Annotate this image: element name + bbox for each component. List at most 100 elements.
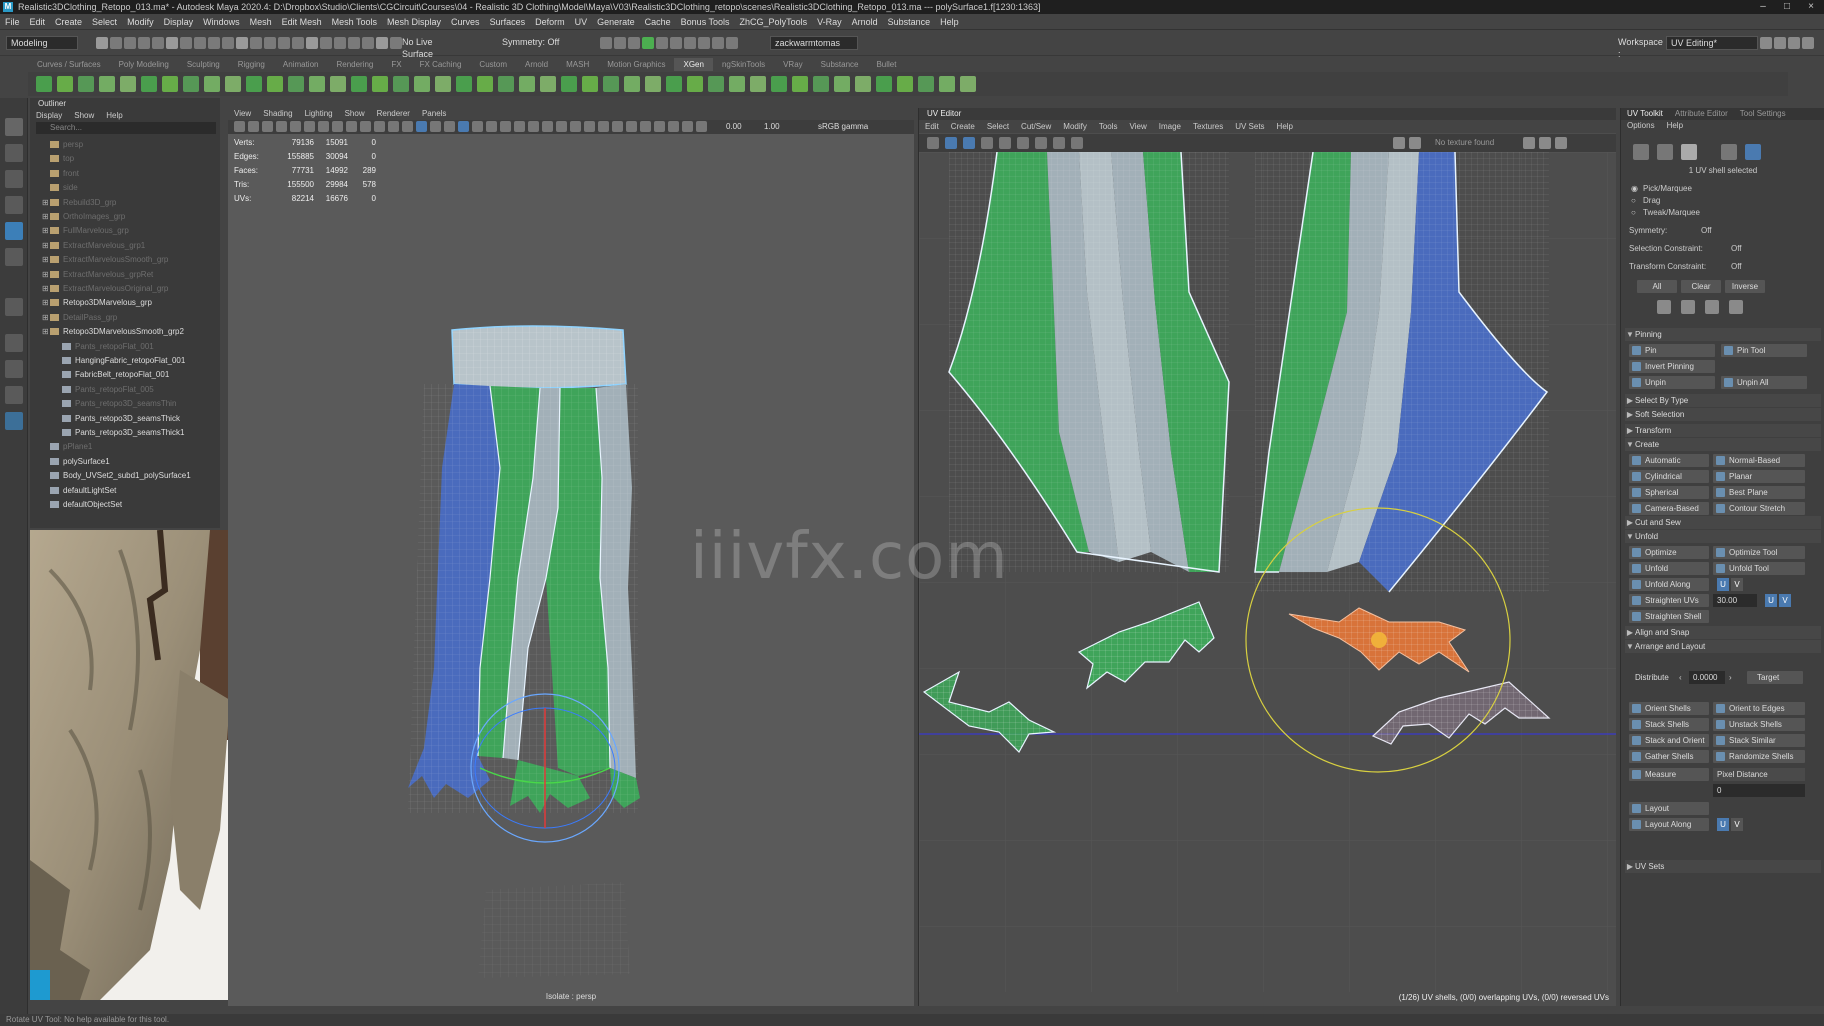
menu-substance[interactable]: Substance [883, 14, 936, 30]
uv-tool-icon[interactable] [1071, 137, 1083, 149]
xgen-shelf-icon[interactable] [351, 76, 367, 92]
xgen-shelf-icon[interactable] [624, 76, 640, 92]
distribute-input[interactable]: 0.0000 [1689, 671, 1725, 684]
menu-mesh-tools[interactable]: Mesh Tools [327, 14, 382, 30]
contour-stretch-button[interactable]: Contour Stretch [1713, 502, 1805, 515]
expand-icon[interactable]: ⊞ [42, 311, 50, 325]
unpin-all-button[interactable]: Unpin All [1721, 376, 1807, 389]
uv-menu-textures[interactable]: Textures [1187, 120, 1229, 133]
uv-menu-select[interactable]: Select [981, 120, 1015, 133]
render-tool-icon[interactable] [642, 37, 654, 49]
distribute-left-arrow-icon[interactable]: ‹ [1679, 673, 1682, 682]
section-arrange-and-layout[interactable]: ▼Arrange and Layout [1625, 640, 1821, 653]
unfold-along-button[interactable]: Unfold Along [1629, 578, 1709, 591]
uv-component-face-icon[interactable] [1681, 144, 1697, 160]
menu-generate[interactable]: Generate [592, 14, 640, 30]
xgen-shelf-icon[interactable] [309, 76, 325, 92]
uv-component-shell-icon[interactable] [1745, 144, 1761, 160]
normal-based-button[interactable]: Normal-Based [1713, 454, 1805, 467]
render-tool-icon[interactable] [670, 37, 682, 49]
unfold-along-v[interactable]: V [1731, 578, 1743, 591]
uv-tool-icon[interactable] [927, 137, 939, 149]
statusline-tool-icon[interactable] [250, 37, 262, 49]
xgen-shelf-icon[interactable] [57, 76, 73, 92]
layout-uv-icon[interactable] [5, 412, 23, 430]
xgen-shelf-icon[interactable] [78, 76, 94, 92]
xgen-shelf-icon[interactable] [372, 76, 388, 92]
menu-edit[interactable]: Edit [25, 14, 51, 30]
panel-toggle-icon[interactable] [1788, 37, 1800, 49]
outliner-item[interactable]: ⊞ ExtractMarvelous_grpRet [30, 268, 218, 282]
section-cut-and-sew[interactable]: ▶ Cut and Sew [1625, 516, 1821, 529]
user-account[interactable]: zackwarmtomas [770, 36, 858, 50]
uv-tool-icon[interactable] [981, 137, 993, 149]
menu-curves[interactable]: Curves [446, 14, 485, 30]
straighten-angle-input[interactable]: 30.00 [1713, 594, 1757, 607]
expand-icon[interactable]: ⊞ [42, 296, 50, 310]
uv-menu-tools[interactable]: Tools [1093, 120, 1124, 133]
outliner-item[interactable]: ⊞ Retopo3DMarvelousSmooth_grp2 [30, 325, 218, 339]
outliner-item[interactable]: front [30, 167, 218, 181]
expand-icon[interactable]: ⊞ [42, 282, 50, 296]
straighten-u[interactable]: U [1765, 594, 1777, 607]
outliner-item[interactable]: Body_UVSet2_subd1_polySurface1 [30, 469, 218, 483]
straighten-uvs-button[interactable]: Straighten UVs [1629, 594, 1709, 607]
uv-tool-icon[interactable] [999, 137, 1011, 149]
xgen-shelf-icon[interactable] [162, 76, 178, 92]
xgen-shelf-icon[interactable] [204, 76, 220, 92]
statusline-tool-icon[interactable] [194, 37, 206, 49]
statusline-tool-icon[interactable] [96, 37, 108, 49]
statusline-tool-icon[interactable] [208, 37, 220, 49]
xgen-shelf-icon[interactable] [288, 76, 304, 92]
shelf-tab-vray[interactable]: VRay [774, 58, 812, 71]
symmetry-value[interactable]: Off [1701, 226, 1712, 235]
section-create[interactable]: ▼Create [1625, 438, 1821, 451]
paint-select-icon[interactable] [5, 170, 23, 188]
shelf-tab-curves-surfaces[interactable]: Curves / Surfaces [28, 58, 110, 71]
last-tool-icon[interactable] [5, 298, 23, 316]
xgen-shelf-icon[interactable] [393, 76, 409, 92]
uv-editor-panel[interactable]: UV Editor Edit Create Select Cut/Sew Modify T… [918, 108, 1616, 1006]
xgen-shelf-icon[interactable] [498, 76, 514, 92]
xgen-shelf-icon[interactable] [939, 76, 955, 92]
outliner-item[interactable]: pPlane1 [30, 440, 218, 454]
uvtk-menu-options[interactable]: Options [1621, 120, 1661, 132]
randomize-shells-button[interactable]: Randomize Shells [1713, 750, 1805, 763]
menu-help[interactable]: Help [935, 14, 964, 30]
uv-tool-icon[interactable] [963, 137, 975, 149]
measure-mode-dropdown[interactable]: Pixel Distance [1713, 768, 1805, 781]
unfold-button[interactable]: Unfold [1629, 562, 1709, 575]
pin-tool-button[interactable]: Pin Tool [1721, 344, 1807, 357]
xgen-shelf-icon[interactable] [36, 76, 52, 92]
shelf-tab-arnold[interactable]: Arnold [516, 58, 557, 71]
uv-tool-icon[interactable] [1017, 137, 1029, 149]
shelf-tab-xgen[interactable]: XGen [674, 58, 713, 71]
spherical-button[interactable]: Spherical [1629, 486, 1709, 499]
xgen-shelf-icon[interactable] [540, 76, 556, 92]
radio-tweak-marquee[interactable]: ○ [1631, 208, 1636, 217]
outliner-item[interactable]: persp [30, 138, 218, 152]
shelf-tab-fx[interactable]: FX [382, 58, 410, 71]
outliner-item[interactable]: polySurface1 [30, 455, 218, 469]
straighten-v[interactable]: V [1779, 594, 1791, 607]
panel-toggle-icon[interactable] [1774, 37, 1786, 49]
shelf-tab-custom[interactable]: Custom [470, 58, 516, 71]
outliner-menu-show[interactable]: Show [68, 110, 100, 122]
xgen-shelf-icon[interactable] [435, 76, 451, 92]
shelf-tab-mash[interactable]: MASH [557, 58, 598, 71]
maximize-icon[interactable]: □ [1774, 0, 1800, 14]
inverse-select-button[interactable]: Inverse [1725, 280, 1765, 293]
measure-button[interactable]: Measure [1629, 768, 1709, 781]
xgen-shelf-icon[interactable] [582, 76, 598, 92]
unpin-button[interactable]: Unpin [1629, 376, 1715, 389]
xgen-shelf-icon[interactable] [855, 76, 871, 92]
outliner-item[interactable]: Pants_retopo3D_seamsThick [30, 412, 218, 426]
statusline-tool-icon[interactable] [180, 37, 192, 49]
xgen-shelf-icon[interactable] [99, 76, 115, 92]
xgen-shelf-icon[interactable] [414, 76, 430, 92]
outliner-item[interactable]: side [30, 181, 218, 195]
section-soft-selection[interactable]: ▶ Soft Selection [1625, 408, 1821, 421]
select-tool-icon[interactable] [5, 118, 23, 136]
all-select-button[interactable]: All [1637, 280, 1677, 293]
distribute-right-arrow-icon[interactable]: › [1729, 673, 1732, 682]
